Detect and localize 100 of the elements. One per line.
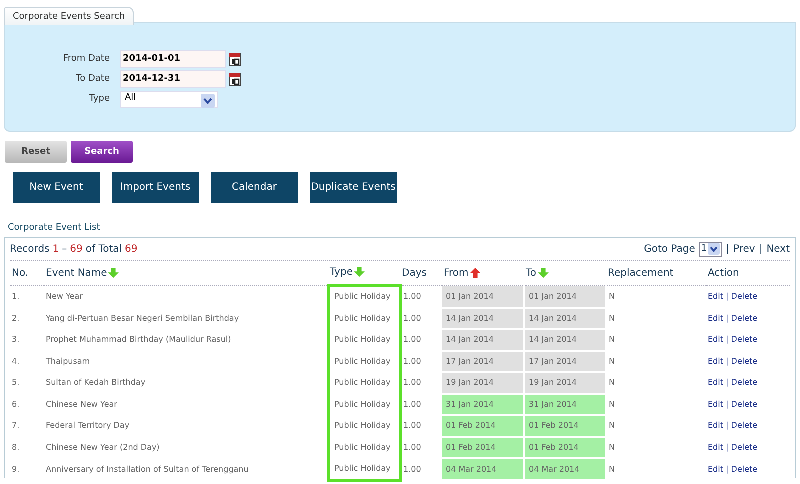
table-cell: Anniversary of Installation of Sultan of Terengganu: [44, 458, 328, 480]
table-cell: Public Holiday: [328, 458, 400, 480]
table-cell: 17 Jan 2014: [442, 350, 524, 372]
table-cell: N: [606, 458, 706, 480]
date-field[interactable]: 2014-12-31: [120, 70, 226, 88]
edit-link[interactable]: Edit: [708, 335, 724, 344]
records-text: 69: [125, 244, 138, 254]
separator: |: [726, 314, 729, 323]
sort-arrow-icon[interactable]: [470, 268, 481, 278]
table-cell: 3.: [10, 329, 44, 350]
edit-link[interactable]: Edit: [708, 314, 724, 323]
records-text: 69: [70, 244, 83, 254]
table-cell: 14 Jan 2014: [524, 308, 606, 329]
separator: |: [726, 335, 729, 344]
table-cell: 19 Jan 2014: [442, 372, 524, 394]
records-text: 1: [52, 244, 60, 254]
reset-button[interactable]: Reset: [5, 141, 67, 163]
table-cell: 8.: [10, 436, 44, 458]
column-header[interactable]: From: [444, 268, 469, 278]
column-header[interactable]: Replacement: [608, 268, 674, 278]
table-cell: N: [606, 286, 706, 308]
action-button[interactable]: Calendar: [211, 172, 298, 203]
edit-link[interactable]: Edit: [708, 400, 724, 409]
column-header[interactable]: Action: [708, 268, 740, 278]
edit-link[interactable]: Edit: [708, 464, 724, 474]
table-cell: 01 Feb 2014: [442, 436, 524, 458]
delete-link[interactable]: Delete: [731, 356, 758, 366]
delete-link[interactable]: Delete: [731, 400, 758, 409]
table-cell: 5.: [10, 372, 44, 394]
section-title: Corporate Event List: [7, 222, 102, 235]
field-label: Type: [88, 94, 111, 104]
search-button[interactable]: Search: [71, 141, 133, 163]
edit-link[interactable]: Edit: [708, 378, 724, 388]
table-cell: Public Holiday: [328, 372, 400, 394]
date-field[interactable]: 2014-01-01: [120, 50, 226, 68]
search-tab[interactable]: Corporate Events Search: [4, 7, 134, 25]
table-cell: N: [606, 415, 706, 436]
edit-link[interactable]: Edit: [708, 442, 724, 452]
table-cell: N: [606, 372, 706, 394]
table-cell: Chinese New Year: [44, 394, 328, 415]
separator: |: [726, 378, 729, 388]
page-dropdown[interactable]: 1: [699, 242, 722, 256]
delete-link[interactable]: Delete: [731, 464, 758, 474]
table-cell: Public Holiday: [328, 436, 400, 458]
table-cell: 6.: [10, 394, 44, 415]
table-cell: Federal Territory Day: [44, 415, 328, 436]
separator: |: [726, 464, 729, 474]
delete-link[interactable]: Delete: [731, 421, 758, 430]
column-header[interactable]: To: [526, 268, 537, 278]
separator: |: [759, 244, 763, 254]
table-cell: Public Holiday: [328, 394, 400, 415]
table-cell: Chinese New Year (2nd Day): [44, 436, 328, 458]
table-cell: Prophet Muhammad Birthday (Maulidur Rasul): [44, 329, 328, 350]
separator: |: [726, 292, 729, 301]
column-header[interactable]: No.: [12, 268, 29, 278]
action-button[interactable]: Import Events: [112, 172, 199, 203]
delete-link[interactable]: Delete: [731, 314, 758, 323]
delete-link[interactable]: Delete: [731, 442, 758, 452]
table-cell: 9.: [10, 458, 44, 480]
action-button[interactable]: Duplicate Events: [310, 172, 397, 203]
type-dropdown[interactable]: All: [120, 90, 218, 108]
table-cell: 01 Feb 2014: [524, 415, 606, 436]
table-cell: 17 Jan 2014: [524, 350, 606, 372]
column-header[interactable]: Type: [330, 267, 353, 278]
column-header[interactable]: Days: [402, 268, 427, 278]
table-cell: 19 Jan 2014: [524, 372, 606, 394]
table-cell: 14 Jan 2014: [442, 308, 524, 329]
table-cell: 14 Jan 2014: [524, 329, 606, 350]
table-cell: 7.: [10, 415, 44, 436]
edit-link[interactable]: Edit: [708, 421, 724, 430]
table-cell: N: [606, 436, 706, 458]
goto-page-label: Goto Page: [644, 244, 696, 254]
table-cell: Public Holiday: [328, 286, 400, 308]
edit-link[interactable]: Edit: [708, 292, 724, 301]
delete-link[interactable]: Delete: [731, 335, 758, 344]
table-cell: 01 Jan 2014: [442, 286, 524, 308]
column-header[interactable]: Event Name: [46, 268, 108, 278]
separator: |: [726, 244, 730, 254]
action-button[interactable]: New Event: [13, 172, 100, 203]
calendar-icon[interactable]: [229, 72, 241, 86]
separator: |: [726, 400, 729, 409]
table-cell: N: [606, 308, 706, 329]
next-link[interactable]: Next: [766, 244, 790, 254]
edit-link[interactable]: Edit: [708, 356, 724, 366]
table-cell: 2.: [10, 308, 44, 329]
table-cell: 04 Mar 2014: [524, 458, 606, 480]
table-cell: Public Holiday: [328, 329, 400, 350]
table-cell: Public Holiday: [328, 415, 400, 436]
calendar-icon[interactable]: [229, 52, 241, 66]
delete-link[interactable]: Delete: [731, 378, 758, 388]
table-cell: 14 Jan 2014: [442, 329, 524, 350]
prev-link[interactable]: Prev: [734, 244, 756, 254]
records-text: –: [62, 244, 68, 254]
table-cell: 4.: [10, 350, 44, 372]
table-cell: Yang di-Pertuan Besar Negeri Sembilan Birthday: [44, 308, 328, 329]
table-cell: Public Holiday: [328, 308, 400, 329]
field-label: From Date: [62, 54, 111, 64]
table-cell: Sultan of Kedah Birthday: [44, 372, 328, 394]
delete-link[interactable]: Delete: [731, 292, 758, 301]
field-label: To Date: [75, 74, 111, 84]
